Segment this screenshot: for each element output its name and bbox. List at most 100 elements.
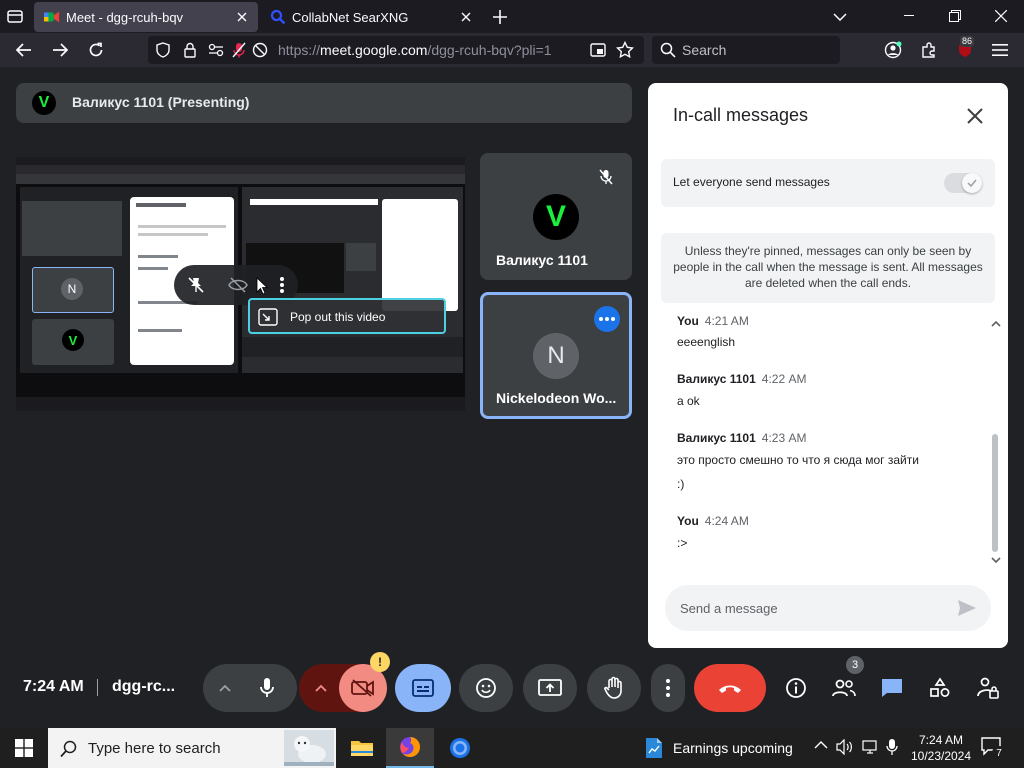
- mic-control-group: [203, 664, 297, 712]
- volume-icon[interactable]: [836, 739, 854, 755]
- message-text: a ok: [677, 394, 700, 408]
- url-bar[interactable]: https://meet.google.com/dgg-rcuh-bqv?pli…: [148, 36, 644, 64]
- present-screen-button[interactable]: [523, 664, 577, 712]
- people-button[interactable]: 3: [822, 656, 866, 710]
- more-options-icon[interactable]: [594, 306, 620, 332]
- meeting-details-button[interactable]: [774, 666, 818, 710]
- raise-hand-button[interactable]: [587, 664, 641, 712]
- notification-count-badge: 7: [992, 746, 1006, 760]
- notification-center-icon[interactable]: 7: [980, 736, 1010, 762]
- composer-placeholder: Send a message: [680, 601, 778, 616]
- message-composer[interactable]: Send a message: [665, 585, 991, 631]
- reload-icon[interactable]: [82, 36, 110, 64]
- present-screen-icon: [538, 679, 562, 696]
- presenting-banner: V Валикус 1101 (Presenting): [16, 83, 632, 123]
- file-explorer-icon[interactable]: [338, 728, 386, 768]
- bookmark-star-icon[interactable]: [616, 41, 634, 59]
- network-icon[interactable]: [862, 739, 880, 755]
- lock-icon[interactable]: [184, 42, 196, 58]
- message-scrollbar[interactable]: [989, 316, 1003, 568]
- chat-button[interactable]: [870, 666, 914, 710]
- close-tab-icon[interactable]: [456, 7, 476, 27]
- shared-toolbar: [16, 174, 465, 184]
- taskbar-clock[interactable]: 7:24 AM 10/23/2024: [906, 732, 976, 764]
- send-icon[interactable]: [957, 599, 977, 617]
- participant-tile-nickelodeon[interactable]: N Nickelodeon Wo...: [480, 292, 632, 419]
- message-header: You 4:24 AM: [677, 514, 749, 528]
- send-messages-toggle[interactable]: [944, 173, 982, 193]
- searxng-favicon-icon: [270, 9, 286, 25]
- meet-stage: V Валикус 1101 (Presenting) N V Pop out …: [0, 67, 1024, 728]
- new-tab-icon[interactable]: [489, 6, 511, 28]
- unpin-icon[interactable]: [184, 273, 208, 297]
- minimize-window-icon[interactable]: [886, 0, 932, 32]
- windows-start-icon[interactable]: [0, 728, 48, 768]
- permissions-icon[interactable]: [208, 43, 224, 57]
- nested-tile-v: V: [32, 319, 114, 365]
- picture-in-picture-icon[interactable]: [590, 42, 606, 58]
- shared-bookmarks-strip: [16, 165, 465, 174]
- host-controls-button[interactable]: [966, 666, 1010, 710]
- windows-taskbar: Type here to search Earnings upcoming 7:…: [0, 728, 1024, 768]
- tab-list-icon[interactable]: [6, 8, 26, 26]
- browser-nav-toolbar: https://meet.google.com/dgg-rcuh-bqv?pli…: [0, 33, 1024, 67]
- presenting-label: Валикус 1101 (Presenting): [72, 94, 250, 110]
- close-tab-icon[interactable]: [232, 7, 252, 27]
- microphone-in-use-icon[interactable]: [886, 738, 898, 756]
- people-icon: [832, 679, 856, 697]
- hide-video-icon[interactable]: [226, 273, 250, 297]
- microphone-icon[interactable]: [253, 674, 281, 702]
- meet-favicon-icon: [44, 9, 60, 25]
- captions-button[interactable]: [395, 664, 451, 712]
- taskbar-search-box[interactable]: Type here to search: [48, 728, 336, 768]
- tab-meet[interactable]: Meet - dgg-rcuh-bqv: [34, 2, 258, 32]
- participant-name: Nickelodeon Wo...: [496, 390, 617, 406]
- meeting-time: 7:24 AM: [23, 678, 84, 695]
- list-all-tabs-chevron-icon[interactable]: [830, 8, 850, 26]
- message-time: 4:23 AM: [761, 431, 807, 445]
- message-sender: You: [677, 314, 699, 328]
- camera-control-group: !: [299, 652, 390, 712]
- shared-screen-video[interactable]: N V Pop out this video: [16, 157, 465, 411]
- divider: [97, 679, 98, 696]
- more-options-button[interactable]: [651, 664, 685, 712]
- url-text[interactable]: https://meet.google.com/dgg-rcuh-bqv?pli…: [278, 42, 552, 58]
- extension-badge: 86: [960, 36, 975, 47]
- tab-searxng[interactable]: CollabNet SearXNG: [260, 2, 482, 32]
- participant-tile-valikus[interactable]: V Валикус 1101: [480, 153, 632, 280]
- message-sender: Валикус 1101: [677, 372, 756, 386]
- camera-blocked-icon[interactable]: [252, 42, 268, 58]
- info-icon: [786, 678, 806, 698]
- more-options-icon[interactable]: [270, 273, 294, 297]
- in-call-messages-panel: In-call messages Let everyone send messa…: [648, 83, 1008, 648]
- raise-hand-icon: [604, 676, 622, 699]
- forward-arrow-icon[interactable]: [46, 36, 74, 64]
- close-panel-icon[interactable]: [960, 101, 990, 131]
- emoji-reactions-button[interactable]: [459, 664, 513, 712]
- account-icon[interactable]: [879, 36, 907, 64]
- app-menu-hamburger-icon[interactable]: [986, 36, 1014, 64]
- leave-call-button[interactable]: [694, 664, 766, 712]
- popout-tooltip[interactable]: Pop out this video: [248, 298, 446, 334]
- extensions-puzzle-icon[interactable]: [915, 36, 943, 64]
- mouse-cursor-icon: [256, 277, 268, 295]
- web-search-box[interactable]: Search: [652, 36, 840, 64]
- extension-shield-icon[interactable]: 86: [951, 36, 979, 64]
- microphone-active-icon[interactable]: [232, 42, 246, 58]
- url-host: meet.google.com: [320, 42, 428, 58]
- close-window-icon[interactable]: [978, 0, 1024, 32]
- tab-title: CollabNet SearXNG: [292, 9, 409, 25]
- news-widget[interactable]: Earnings upcoming: [640, 728, 810, 768]
- audio-options-chevron-icon[interactable]: [213, 676, 237, 700]
- show-hidden-icons-chevron-icon[interactable]: [814, 740, 828, 750]
- popout-label: Pop out this video: [290, 310, 386, 324]
- restore-window-icon[interactable]: [932, 0, 978, 32]
- captions-icon: [412, 679, 434, 697]
- muted-mic-icon: [596, 167, 616, 187]
- video-options-chevron-icon[interactable]: [309, 676, 333, 700]
- back-arrow-icon[interactable]: [10, 36, 38, 64]
- chromium-taskbar-icon[interactable]: [436, 728, 484, 768]
- activities-button[interactable]: [918, 666, 962, 710]
- firefox-taskbar-icon[interactable]: [386, 728, 434, 768]
- tracking-protection-shield-icon[interactable]: [156, 42, 170, 58]
